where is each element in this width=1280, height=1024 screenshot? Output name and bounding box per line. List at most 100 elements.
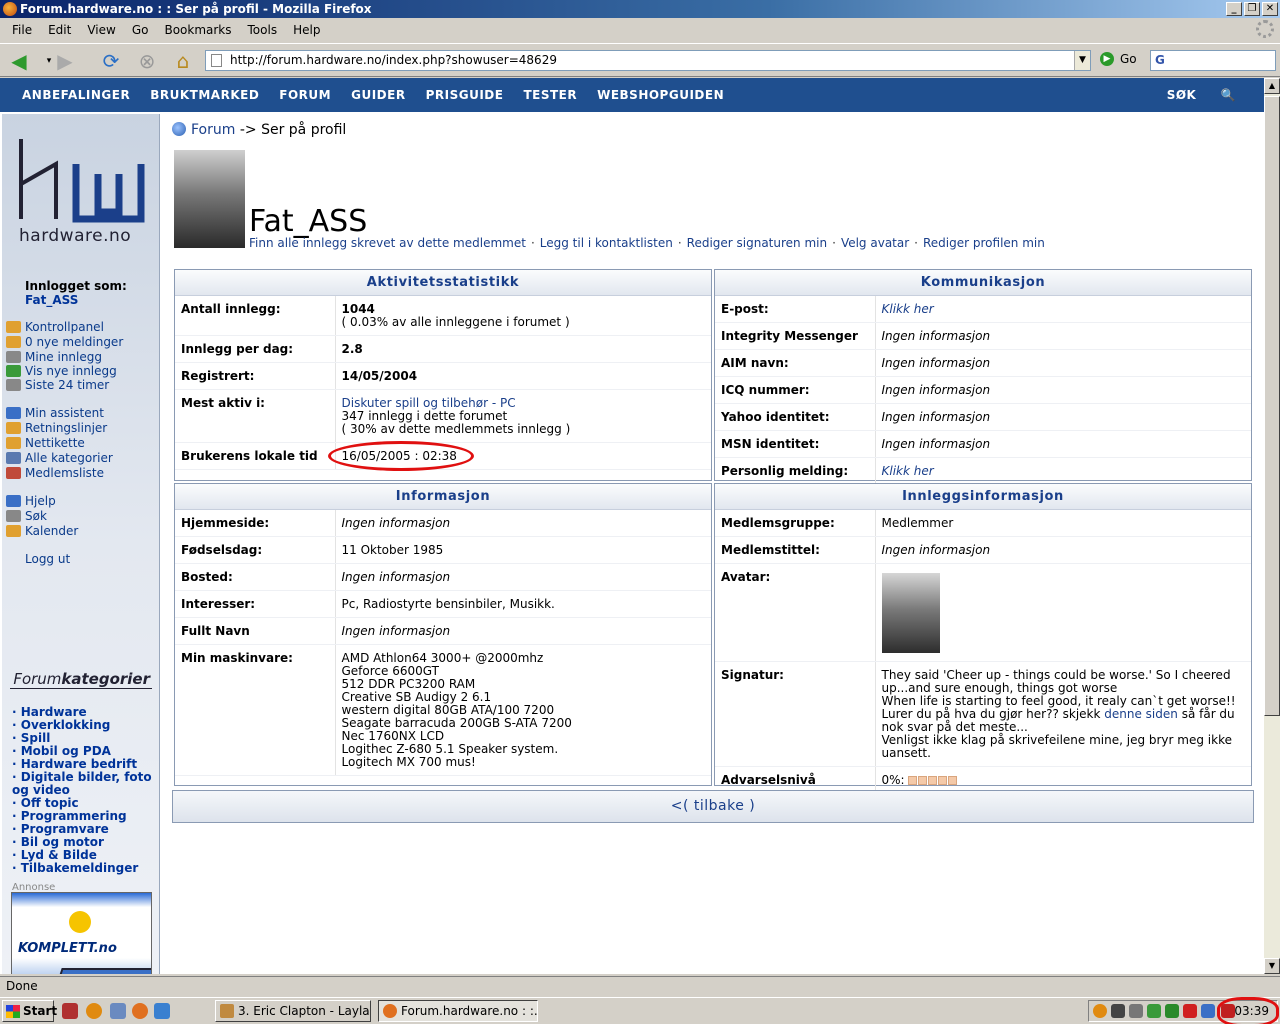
link-separator: · xyxy=(832,236,836,250)
forward-arrow-icon[interactable]: ▶ xyxy=(52,49,78,73)
sidebar-member-list[interactable]: Medlemsliste xyxy=(6,466,104,480)
quicklaunch-network-icon[interactable] xyxy=(110,1003,126,1019)
quicklaunch-app-icon[interactable] xyxy=(86,1003,102,1019)
sidebar-etiquette[interactable]: Nettikette xyxy=(6,436,85,450)
breadcrumb-forum-link[interactable]: Forum xyxy=(191,122,235,138)
nav-bruktmarked[interactable]: BRUKTMARKED xyxy=(140,88,269,102)
nav-anbefalinger[interactable]: ANBEFALINGER xyxy=(12,88,140,102)
clock-annotation-circle xyxy=(1217,997,1279,1024)
back-button[interactable]: <( tilbake ) xyxy=(172,790,1254,823)
add-contact-link[interactable]: Legg til i kontaktlisten xyxy=(540,236,673,250)
komplett-ad[interactable]: KOMPLETT.no xyxy=(11,892,152,974)
url-field[interactable]: http://forum.hardware.no/index.php?showu… xyxy=(205,50,1091,71)
nav-prisguide[interactable]: PRISGUIDE xyxy=(416,88,514,102)
minimize-button[interactable]: _ xyxy=(1226,2,1242,16)
sidebar-calendar[interactable]: Kalender xyxy=(6,524,78,538)
sidebar-link-label: Søk xyxy=(25,509,47,523)
url-dropdown-icon[interactable]: ▼ xyxy=(1074,51,1090,70)
email-link[interactable]: Klikk her xyxy=(882,302,934,316)
task-winamp[interactable]: 3. Eric Clapton - Layla - ... xyxy=(215,1000,371,1022)
nav-webshopguiden[interactable]: WEBSHOPGUIDEN xyxy=(587,88,734,102)
quicklaunch-ie-icon[interactable] xyxy=(154,1003,170,1019)
maximize-button[interactable]: ❐ xyxy=(1244,2,1260,16)
quicklaunch-firefox-icon[interactable] xyxy=(132,1003,148,1019)
sig-link[interactable]: denne siden xyxy=(1104,707,1178,721)
edit-signature-link[interactable]: Rediger signaturen min xyxy=(687,236,827,250)
edit-profile-link[interactable]: Rediger profilen min xyxy=(923,236,1045,250)
sidebar-my-posts[interactable]: Mine innlegg xyxy=(6,350,102,364)
sidebar-logout[interactable]: Logg ut xyxy=(25,552,70,566)
warn-box-icon xyxy=(948,776,958,785)
magnifier-icon xyxy=(6,510,21,522)
site-search-link[interactable]: SØK 🔍 xyxy=(1157,88,1246,102)
logged-in-user[interactable]: Fat_ASS xyxy=(25,293,78,307)
status-text: Done xyxy=(6,979,38,993)
quicklaunch-media-icon[interactable] xyxy=(62,1003,78,1019)
start-label: Start xyxy=(23,1004,58,1018)
tray-app-icon[interactable] xyxy=(1093,1004,1107,1018)
registered-value: 14/05/2004 xyxy=(341,369,418,383)
choose-avatar-link[interactable]: Velg avatar xyxy=(841,236,909,250)
menu-go[interactable]: Go xyxy=(124,23,157,37)
sidebar-new-posts[interactable]: Vis nye innlegg xyxy=(6,364,117,378)
menu-view[interactable]: View xyxy=(79,23,123,37)
scroll-thumb[interactable] xyxy=(1264,96,1280,716)
tray-tool-icon[interactable] xyxy=(1129,1004,1143,1018)
sidebar-link-label: Logg ut xyxy=(25,552,71,566)
sidebar-all-categories[interactable]: Alle kategorier xyxy=(6,451,113,465)
nav-forum[interactable]: FORUM xyxy=(269,88,341,102)
tray-download-icon[interactable] xyxy=(1165,1004,1179,1018)
search-engine-field[interactable]: G xyxy=(1150,50,1276,71)
start-button[interactable]: Start xyxy=(2,1000,58,1022)
active-forum-link[interactable]: Diskuter spill og tilbehør - PC xyxy=(342,396,516,410)
ad-laptop-image xyxy=(42,968,151,974)
page-icon xyxy=(211,54,222,67)
calendar-icon xyxy=(6,525,21,537)
sidebar-help[interactable]: Hjelp xyxy=(6,494,56,508)
find-posts-link[interactable]: Finn alle innlegg skrevet av dette medle… xyxy=(249,236,526,250)
link-separator: · xyxy=(677,236,682,250)
go-label: Go xyxy=(1120,52,1137,66)
sidebar-link-label: Alle kategorier xyxy=(25,451,113,465)
menu-bookmarks[interactable]: Bookmarks xyxy=(156,23,239,37)
breadcrumb-current: Ser på profil xyxy=(261,122,347,138)
close-button[interactable]: ✕ xyxy=(1262,2,1278,16)
sig-line3a: Lurer du på hva du gjør her?? skjekk xyxy=(881,707,1105,721)
hardware-logo[interactable]: hardware.no xyxy=(16,134,146,246)
stop-icon[interactable]: ⊗ xyxy=(134,49,160,73)
task-firefox[interactable]: Forum.hardware.no : :... xyxy=(378,1000,538,1022)
tray-volume-icon[interactable] xyxy=(1201,1004,1215,1018)
breadcrumb: Forum -> Ser på profil xyxy=(172,122,346,138)
task-label: 3. Eric Clapton - Layla - ... xyxy=(238,1004,370,1018)
category-digitale-bilder[interactable]: · Digitale bilder, foto og video xyxy=(12,771,158,797)
menu-help[interactable]: Help xyxy=(285,23,328,37)
go-button[interactable]: ▶ Go xyxy=(1100,52,1137,66)
pm-link[interactable]: Klikk her xyxy=(882,464,934,478)
menu-file[interactable]: File xyxy=(4,23,40,37)
sidebar-kontrollpanel[interactable]: Kontrollpanel xyxy=(6,320,104,334)
menu-tools[interactable]: Tools xyxy=(240,23,286,37)
tray-steam-icon[interactable] xyxy=(1111,1004,1125,1018)
back-arrow-icon[interactable]: ◀ xyxy=(6,49,32,73)
sidebar-search[interactable]: Søk xyxy=(6,509,47,523)
menu-edit[interactable]: Edit xyxy=(40,23,79,37)
sidebar-assistant[interactable]: Min assistent xyxy=(6,406,104,420)
scroll-up-icon[interactable]: ▲ xyxy=(1264,78,1280,94)
winamp-icon xyxy=(220,1004,234,1018)
sidebar-rules[interactable]: Retningslinjer xyxy=(6,421,107,435)
active-note1: 347 innlegg i dette forumet xyxy=(341,409,508,423)
category-tilbakemeldinger[interactable]: · Tilbakemeldinger xyxy=(12,862,158,875)
vertical-scrollbar[interactable]: ▲ ▼ xyxy=(1264,78,1280,974)
assistant-icon xyxy=(6,407,21,419)
communication-title: Kommunikasjon xyxy=(715,270,1251,296)
sidebar-last-24h[interactable]: Siste 24 timer xyxy=(6,378,109,392)
scroll-down-icon[interactable]: ▼ xyxy=(1264,958,1280,974)
sidebar-messages[interactable]: 0 nye meldinger xyxy=(6,335,123,349)
yahoo-label: Yahoo identitet: xyxy=(715,403,876,431)
nav-tester[interactable]: TESTER xyxy=(513,88,587,102)
home-icon[interactable]: ⌂ xyxy=(170,49,196,73)
reload-icon[interactable]: ⟳ xyxy=(98,49,124,73)
tray-ati-icon[interactable] xyxy=(1183,1004,1197,1018)
nav-guider[interactable]: GUIDER xyxy=(341,88,415,102)
tray-update-icon[interactable] xyxy=(1147,1004,1161,1018)
